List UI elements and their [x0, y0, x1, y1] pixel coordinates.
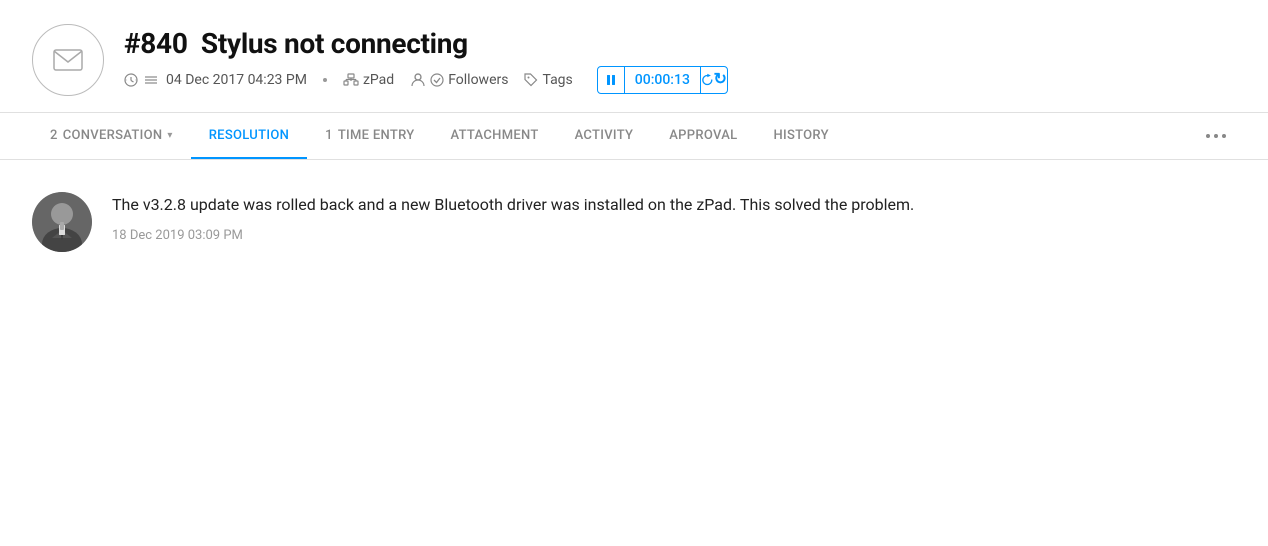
resolution-content: The v3.2.8 update was rolled back and a … — [0, 160, 1268, 284]
time-entry-label: TIME ENTRY — [338, 128, 415, 143]
history-label: HISTORY — [773, 128, 828, 143]
resolution-entry: The v3.2.8 update was rolled back and a … — [32, 192, 1236, 252]
ticket-title: #840 Stylus not connecting — [124, 27, 728, 60]
followers-meta[interactable]: Followers — [410, 72, 508, 88]
check-circle-icon — [430, 73, 444, 87]
tab-conversation[interactable]: 2 CONVERSATION ▾ — [32, 114, 191, 159]
resolution-label: RESOLUTION — [209, 128, 289, 143]
mail-icon — [53, 49, 83, 71]
approval-label: APPROVAL — [669, 128, 737, 143]
avatar-image — [32, 192, 92, 252]
resolution-timestamp: 18 Dec 2019 03:09 PM — [112, 228, 1236, 243]
conversation-label: CONVERSATION — [63, 128, 163, 143]
tabs-bar: 2 CONVERSATION ▾ RESOLUTION 1 TIME ENTRY… — [0, 112, 1268, 160]
clock-icon — [124, 73, 138, 87]
tab-resolution[interactable]: RESOLUTION — [191, 114, 307, 159]
followers-label: Followers — [448, 72, 508, 88]
page-header: #840 Stylus not connecting 04 Dec 2017 0… — [0, 0, 1268, 112]
timer-value: 00:00:13 — [625, 66, 700, 94]
timer-group: 00:00:13 ↻ — [597, 66, 728, 94]
conversation-dropdown-icon: ▾ — [167, 130, 172, 141]
tab-history[interactable]: HISTORY — [755, 114, 846, 159]
mail-icon-circle — [32, 24, 104, 96]
organization-meta[interactable]: zPad — [343, 72, 394, 88]
time-entry-count: 1 — [325, 128, 333, 143]
refresh-icon — [701, 73, 714, 87]
header-right: #840 Stylus not connecting 04 Dec 2017 0… — [124, 27, 728, 94]
tabs-more-button[interactable] — [1196, 113, 1236, 159]
tab-activity[interactable]: ACTIVITY — [557, 114, 652, 159]
org-name: zPad — [363, 72, 394, 88]
followers-icon — [410, 73, 426, 87]
tags-meta[interactable]: Tags — [524, 72, 572, 88]
ticket-date: 04 Dec 2017 04:23 PM — [166, 72, 307, 88]
tab-approval[interactable]: APPROVAL — [651, 114, 755, 159]
tab-attachment[interactable]: ATTACHMENT — [432, 114, 556, 159]
meta-row: 04 Dec 2017 04:23 PM zPad — [124, 66, 728, 94]
timer-pause-button[interactable] — [597, 66, 625, 94]
tab-time-entry[interactable]: 1 TIME ENTRY — [307, 114, 432, 159]
ticket-subject: Stylus not connecting — [201, 27, 468, 60]
activity-label: ACTIVITY — [575, 128, 634, 143]
date-meta: 04 Dec 2017 04:23 PM — [124, 72, 307, 88]
list-icon — [145, 75, 157, 85]
tag-icon — [524, 73, 538, 87]
timer-refresh-button[interactable]: ↻ — [700, 66, 728, 94]
entry-body: The v3.2.8 update was rolled back and a … — [112, 192, 1236, 243]
conversation-count: 2 — [50, 128, 58, 143]
avatar — [32, 192, 92, 252]
attachment-label: ATTACHMENT — [450, 128, 538, 143]
org-icon — [343, 73, 359, 87]
resolution-text: The v3.2.8 update was rolled back and a … — [112, 192, 1236, 218]
ticket-id: #840 — [124, 27, 188, 60]
dot-separator — [323, 78, 327, 82]
tags-label: Tags — [542, 72, 572, 88]
